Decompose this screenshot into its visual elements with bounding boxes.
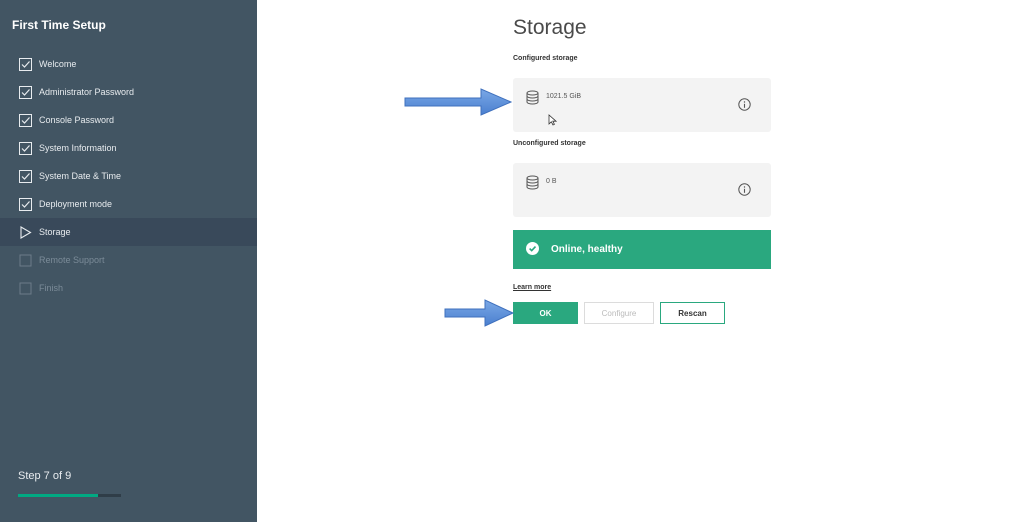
- step-storage[interactable]: Storage: [0, 218, 257, 246]
- checkbox-checked-icon: [19, 113, 32, 127]
- sidebar-title: First Time Setup: [12, 18, 106, 32]
- step-label: System Information: [39, 143, 117, 153]
- database-icon: [526, 175, 539, 195]
- status-text: Online, healthy: [551, 244, 623, 255]
- checkbox-empty-icon: [19, 282, 32, 295]
- step-system-information[interactable]: System Information: [0, 134, 257, 162]
- checkbox-checked-icon: [19, 141, 32, 155]
- unconfigured-storage-label: Unconfigured storage: [513, 140, 586, 147]
- setup-progress-fill: [18, 494, 99, 497]
- step-label: Remote Support: [39, 255, 105, 265]
- setup-progress-bar: [18, 494, 121, 497]
- database-icon: [526, 90, 539, 110]
- checkbox-checked-icon: [19, 57, 32, 71]
- learn-more-link[interactable]: Learn more: [513, 284, 551, 291]
- sidebar: First Time Setup Welcome Administrator P…: [0, 0, 257, 522]
- configure-button: Configure: [584, 302, 654, 324]
- checkbox-empty-icon: [19, 254, 32, 267]
- checkbox-checked-icon: [19, 197, 32, 211]
- step-administrator-password[interactable]: Administrator Password: [0, 78, 257, 106]
- check-circle-icon: [526, 241, 539, 258]
- info-circle-icon[interactable]: [738, 98, 751, 116]
- step-label: Welcome: [39, 59, 77, 69]
- step-welcome[interactable]: Welcome: [0, 50, 257, 78]
- step-console-password[interactable]: Console Password: [0, 106, 257, 134]
- step-label: Deployment mode: [39, 199, 113, 209]
- step-label: Finish: [39, 283, 64, 293]
- rescan-button[interactable]: Rescan: [660, 302, 725, 324]
- configured-storage-value: 1021.5 GiB: [546, 93, 582, 100]
- configured-storage-label: Configured storage: [513, 55, 578, 62]
- ok-button[interactable]: OK: [513, 302, 578, 324]
- unconfigured-storage-value: 0 B: [546, 178, 557, 185]
- step-label: Storage: [39, 227, 71, 237]
- unconfigured-storage-card: 0 B: [513, 163, 771, 217]
- step-label: System Date & Time: [39, 171, 122, 181]
- page-title: Storage: [513, 16, 587, 39]
- step-label: Administrator Password: [39, 87, 135, 97]
- checkbox-checked-icon: [19, 85, 32, 99]
- mouse-cursor-icon: [548, 114, 557, 126]
- step-system-date-time[interactable]: System Date & Time: [0, 162, 257, 190]
- step-list: Welcome Administrator Password Console P…: [0, 50, 257, 302]
- step-remote-support: Remote Support: [0, 246, 257, 274]
- step-label: Console Password: [39, 115, 115, 125]
- annotation-arrow-icon: [404, 88, 513, 116]
- info-circle-icon[interactable]: [738, 183, 751, 201]
- annotation-arrow-icon: [444, 299, 515, 327]
- checkbox-checked-icon: [19, 169, 32, 183]
- step-deployment-mode[interactable]: Deployment mode: [0, 190, 257, 218]
- step-finish: Finish: [0, 274, 257, 302]
- play-triangle-icon: [19, 225, 32, 239]
- status-banner: Online, healthy: [513, 230, 771, 269]
- step-counter: Step 7 of 9: [18, 470, 72, 482]
